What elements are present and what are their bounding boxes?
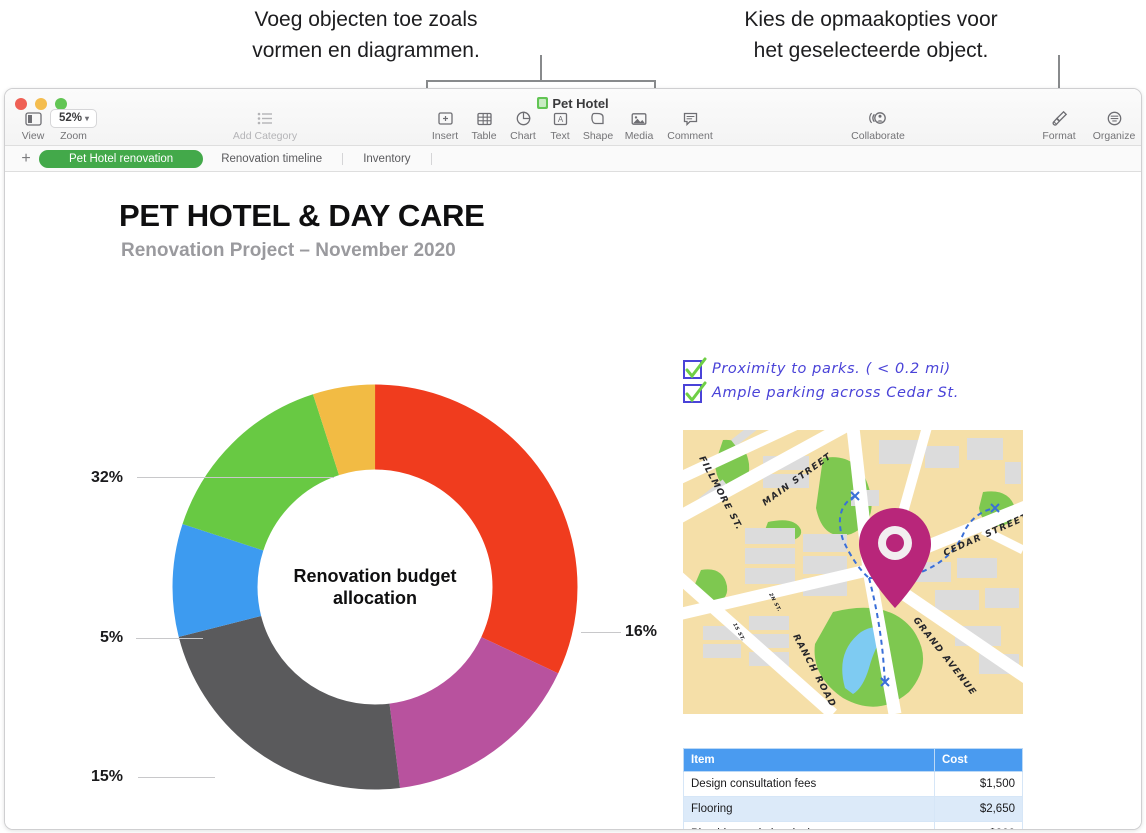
zoom-value: 52%	[59, 112, 83, 124]
cell-cost[interactable]: $800	[934, 821, 1023, 829]
window-toolbar: Pet Hotel View 52% ▾ Zoom Add Category I…	[5, 89, 1141, 146]
table-row[interactable]: Flooring $2,650	[683, 796, 1023, 822]
leader-line-plumbing	[136, 638, 203, 639]
sheet-canvas[interactable]: PET HOTEL & DAY CARE Renovation Project …	[5, 172, 1141, 829]
pie-chart-icon	[516, 109, 531, 128]
map-svg: FILLMORE ST. MAIN STREET CEDAR STREET GR…	[683, 430, 1023, 714]
checklist-item-proximity[interactable]: Proximity to parks. ( < 0.2 mi)	[683, 357, 959, 379]
collaborate-label: Collaborate	[851, 130, 905, 142]
media-image-icon	[631, 109, 647, 128]
table-header-item[interactable]: Item	[683, 748, 935, 772]
organize-lines-icon	[1107, 109, 1122, 128]
callout-insert-objects: Voeg objecten toe zoals vormen en diagra…	[252, 8, 480, 62]
center-label-line2: allocation	[332, 588, 417, 608]
table-grid-icon	[476, 109, 492, 128]
cost-table[interactable]: Item Cost Design consultation fees $1,50…	[683, 748, 1023, 829]
format-label: Format	[1042, 130, 1076, 142]
add-category-label: Add Category	[232, 130, 298, 142]
center-label-line1: Renovation budget	[293, 566, 457, 586]
chevron-down-icon: ▾	[85, 113, 90, 123]
comment-button[interactable]: Comment	[662, 109, 718, 142]
budget-donut-chart[interactable]: Renovation budget allocation	[165, 377, 585, 797]
format-button[interactable]: Format	[1031, 109, 1087, 142]
slice-value-fixtures: 16%	[625, 623, 658, 640]
add-sheet-button[interactable]: +	[13, 150, 39, 168]
location-map-image[interactable]: FILLMORE ST. MAIN STREET CEDAR STREET GR…	[683, 430, 1023, 714]
cell-cost[interactable]: $2,650	[934, 796, 1023, 822]
sheet-tab-pet-hotel-renovation[interactable]: Pet Hotel renovation	[39, 149, 204, 168]
callout-format-options: Kies de opmaakopties voor het geselectee…	[744, 8, 998, 62]
slice-value-plumbing: 5%	[100, 629, 124, 646]
add-category-button[interactable]: Add Category	[232, 109, 298, 142]
table-row[interactable]: Plumbing and electrical $800	[683, 821, 1023, 829]
shape-label: Shape	[582, 130, 614, 142]
sheet-heading: PET HOTEL & DAY CARE	[119, 198, 485, 233]
shape-icon	[590, 109, 606, 128]
svg-text:A: A	[557, 115, 563, 124]
comment-bubble-icon	[683, 109, 698, 128]
tab-divider	[342, 152, 344, 165]
media-label: Media	[624, 130, 654, 142]
collaborate-button[interactable]: Collaborate	[843, 109, 913, 142]
sheet-subheading: Renovation Project – November 2020	[121, 240, 456, 261]
media-button[interactable]: Media	[611, 109, 667, 142]
text-box-icon: A	[553, 109, 568, 128]
zoom-control[interactable]: 52% ▾ Zoom	[50, 109, 98, 142]
donut-center-label: Renovation budget allocation	[280, 565, 470, 609]
paintbrush-icon	[1051, 109, 1068, 128]
insert-label: Insert	[431, 130, 459, 142]
list-icon	[257, 109, 273, 128]
collaborate-person-icon	[869, 109, 887, 128]
leader-line-cabinetry	[137, 477, 334, 478]
view-label: View	[21, 130, 45, 142]
tab-divider	[430, 152, 432, 165]
leader-line-fixtures	[581, 632, 621, 633]
slice-value-flooring: 15%	[91, 768, 124, 785]
sheet-tab-bar: + Pet Hotel renovation Renovation timeli…	[5, 146, 1141, 172]
handwritten-checklist[interactable]: Proximity to parks. ( < 0.2 mi) Ample pa…	[683, 357, 959, 408]
slice-value-cabinetry: 32%	[91, 469, 124, 486]
text-label: Text	[550, 130, 570, 142]
sidebar-icon	[24, 109, 42, 128]
organize-button[interactable]: Organize	[1083, 109, 1141, 142]
table-row[interactable]: Design consultation fees $1,500	[683, 771, 1023, 797]
insert-box-plus-icon	[437, 109, 453, 128]
checkbox-checked-icon[interactable]	[683, 357, 707, 379]
sheet-tab-inventory[interactable]: Inventory	[345, 151, 428, 167]
checklist-label: Proximity to parks. ( < 0.2 mi)	[712, 361, 951, 377]
cell-item[interactable]: Design consultation fees	[683, 771, 935, 797]
numbers-app-window: Pet Hotel View 52% ▾ Zoom Add Category I…	[4, 88, 1142, 830]
zoom-label: Zoom	[60, 130, 87, 142]
cell-item[interactable]: Flooring	[683, 796, 935, 822]
callout-left-bracket	[426, 80, 656, 82]
comment-label: Comment	[667, 130, 713, 142]
checklist-item-parking[interactable]: Ample parking across Cedar St.	[683, 381, 959, 403]
callout-left-stem	[540, 55, 542, 81]
leader-line-flooring	[138, 777, 215, 778]
checklist-label: Ample parking across Cedar St.	[712, 385, 959, 401]
numbers-document-icon	[537, 97, 549, 109]
table-header-row: Item Cost	[683, 748, 1023, 772]
sheet-tab-renovation-timeline[interactable]: Renovation timeline	[203, 151, 340, 167]
table-label: Table	[471, 130, 497, 142]
cell-item[interactable]: Plumbing and electrical	[683, 821, 935, 829]
organize-label: Organize	[1092, 130, 1136, 142]
table-header-cost[interactable]: Cost	[934, 748, 1023, 772]
cell-cost[interactable]: $1,500	[934, 771, 1023, 797]
checkbox-checked-icon[interactable]	[683, 381, 707, 403]
zoom-value-pill[interactable]: 52% ▾	[50, 109, 98, 128]
